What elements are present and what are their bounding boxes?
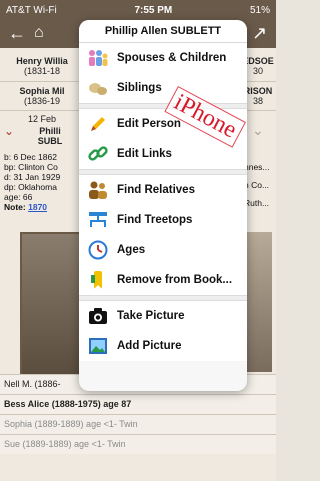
menu-item-add-picture[interactable]: Add Picture <box>79 331 247 361</box>
spouse-details: nnes... n Co... Ruth... <box>244 162 278 208</box>
menu-item-find-relatives[interactable]: Find Relatives <box>79 175 247 205</box>
clock-icon <box>87 239 109 261</box>
battery-label: 51% <box>249 4 270 16</box>
menu-item-siblings[interactable]: Siblings <box>79 73 247 103</box>
marriage-date: 12 Feb <box>27 114 57 124</box>
birth-place: bp: Clinton Co <box>4 162 58 172</box>
menu-item-label: Ages <box>117 244 146 256</box>
menu-item-ages[interactable]: Ages <box>79 235 247 265</box>
menu-item-label: Spouses & Children <box>117 52 227 64</box>
menu-item-label: Edit Person <box>117 118 181 130</box>
mother-name: Sophia Mil <box>19 86 65 96</box>
menu-item-label: Edit Links <box>117 148 172 160</box>
list-item[interactable]: Sue (1889-1889) age <1- Twin <box>0 434 276 454</box>
list-item[interactable]: Bess Alice (1888-1975) age 87 <box>0 394 276 414</box>
bookmark-icon <box>87 269 109 291</box>
father-name: Henry Willia <box>16 56 68 66</box>
tree-icon <box>87 209 109 231</box>
carrier-label: AT&T Wi-Fi <box>6 4 57 16</box>
status-bar: AT&T Wi-Fi 7:55 PM 51% <box>0 0 276 20</box>
spouse-detail-3: Ruth... <box>244 198 270 208</box>
expand-icon[interactable]: ↗ <box>252 23 267 43</box>
person-details: b: 6 Dec 1862 bp: Clinton Co d: 31 Jan 1… <box>4 152 60 212</box>
menu-item-label: Remove from Book... <box>117 274 233 286</box>
person-photo[interactable] <box>20 232 84 376</box>
menu-item-label: Siblings <box>117 82 162 94</box>
picture-icon <box>87 335 109 357</box>
menu-item-label: Find Treetops <box>117 214 193 226</box>
menu-item-take-picture[interactable]: Take Picture <box>79 301 247 331</box>
death-date: d: 31 Jan 1929 <box>4 172 61 182</box>
father-dates: (1831-18 <box>23 66 61 76</box>
time-label: 7:55 PM <box>134 4 173 16</box>
person-actions-menu: Phillip Allen SUBLETT Spouses & Children… <box>79 20 247 391</box>
menu-item-find-treetops[interactable]: Find Treetops <box>79 205 247 235</box>
note-label: Note: <box>4 202 26 212</box>
mother-dates: (1836-19 <box>23 96 61 106</box>
menu-item-edit-links[interactable]: Edit Links <box>79 139 247 169</box>
family-icon <box>87 47 109 69</box>
person-last: SUBL <box>37 136 63 146</box>
death-place: dp: Oklahoma <box>4 182 57 192</box>
menu-item-spouses-children[interactable]: Spouses & Children <box>79 43 247 73</box>
note-link[interactable]: 1870 <box>28 202 47 212</box>
chevron-down-icon[interactable]: ⌄ <box>4 124 14 138</box>
back-arrow-icon[interactable]: ← <box>8 23 26 43</box>
siblings-icon <box>87 77 109 99</box>
father-row[interactable]: Henry Willia (1831-18 <box>2 56 82 76</box>
menu-item-label: Find Relatives <box>117 184 195 196</box>
person-first: Philli <box>39 126 61 136</box>
menu-title: Phillip Allen SUBLETT <box>79 20 247 43</box>
note-line: Note: 1870 <box>4 202 60 212</box>
menu-item-label: Add Picture <box>117 340 182 352</box>
relatives-icon <box>87 179 109 201</box>
menu-item-remove-from-book[interactable]: Remove from Book... <box>79 265 247 295</box>
home-icon[interactable]: ⌂ <box>34 23 44 43</box>
birth-date: b: 6 Dec 1862 <box>4 152 57 162</box>
menu-item-label: Take Picture <box>117 310 185 322</box>
camera-icon <box>87 305 109 327</box>
person-name: Philli SUBL <box>20 126 80 146</box>
list-item[interactable]: Sophia (1889-1889) age <1- Twin <box>0 414 276 434</box>
link-icon <box>87 143 109 165</box>
mother-row[interactable]: Sophia Mil (1836-19 <box>2 86 82 106</box>
pencil-icon <box>87 113 109 135</box>
chevron-down-icon[interactable]: ⌄ <box>252 122 264 139</box>
spouse-detail-2: n Co... <box>244 180 270 190</box>
age-value: age: 66 <box>4 192 33 202</box>
spouse-detail-1: nnes... <box>244 162 270 172</box>
